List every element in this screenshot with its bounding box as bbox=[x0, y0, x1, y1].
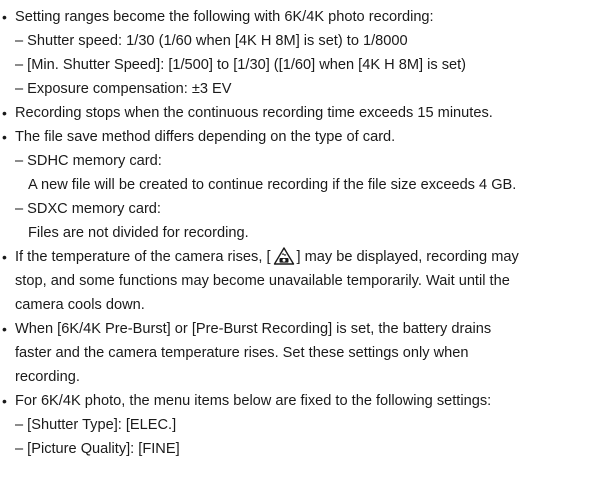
bullet-marker: • bbox=[2, 393, 7, 409]
bullet-marker: • bbox=[2, 9, 7, 25]
bullet-text: The file save method differs depending o… bbox=[15, 129, 396, 145]
bullet-item: • The file save method differs depending … bbox=[0, 125, 614, 149]
bullet-item: • Recording stops when the continuous rec… bbox=[0, 101, 614, 125]
sub-item: – [Min. Shutter Speed]: [1/500] to [1/30… bbox=[15, 57, 467, 73]
sub-item: – [Picture Quality]: [FINE] bbox=[15, 441, 180, 457]
bullet-marker: • bbox=[2, 105, 7, 121]
sub-item-continuation: Files are not divided for recording. bbox=[28, 225, 249, 241]
bullet-text: For 6K/4K photo, the menu items below ar… bbox=[15, 393, 492, 409]
bullet-text: If the temperature of the camera rises, … bbox=[15, 249, 271, 265]
sub-item-continuation: A new file will be created to continue r… bbox=[28, 177, 517, 193]
temperature-warning-icon bbox=[273, 247, 294, 265]
sub-item: – [Shutter Type]: [ELEC.] bbox=[15, 417, 177, 433]
bullet-item: • Setting ranges become the following wit… bbox=[0, 5, 614, 29]
sub-item: – SDHC memory card: bbox=[15, 153, 162, 169]
bullet-item: • For 6K/4K photo, the menu items below a… bbox=[0, 389, 614, 413]
bullet-continuation: camera cools down. bbox=[15, 297, 145, 313]
bullet-text: Setting ranges become the following with… bbox=[15, 9, 434, 25]
bullet-text: ] may be displayed, recording may bbox=[296, 249, 519, 265]
bullet-item: • If the temperature of the camera rises,… bbox=[0, 245, 614, 269]
bullet-continuation: recording. bbox=[15, 369, 80, 385]
sub-item: – Exposure compensation: ±3 EV bbox=[15, 81, 232, 97]
bullet-marker: • bbox=[2, 249, 7, 265]
bullet-item: • When [6K/4K Pre-Burst] or [Pre-Burst Re… bbox=[0, 317, 614, 341]
bullet-text: Recording stops when the continuous reco… bbox=[15, 105, 493, 121]
sub-item: – SDXC memory card: bbox=[15, 201, 161, 217]
sub-item: – Shutter speed: 1/30 (1/60 when [4K H 8… bbox=[15, 33, 408, 49]
bullet-marker: • bbox=[2, 129, 7, 145]
bullet-continuation: stop, and some functions may become unav… bbox=[15, 273, 510, 289]
manual-page: • Setting ranges become the following wit… bbox=[0, 0, 614, 479]
bullet-marker: • bbox=[2, 321, 7, 337]
bullet-text: When [6K/4K Pre-Burst] or [Pre-Burst Rec… bbox=[15, 321, 492, 337]
bullet-continuation: faster and the camera temperature rises.… bbox=[15, 345, 469, 361]
